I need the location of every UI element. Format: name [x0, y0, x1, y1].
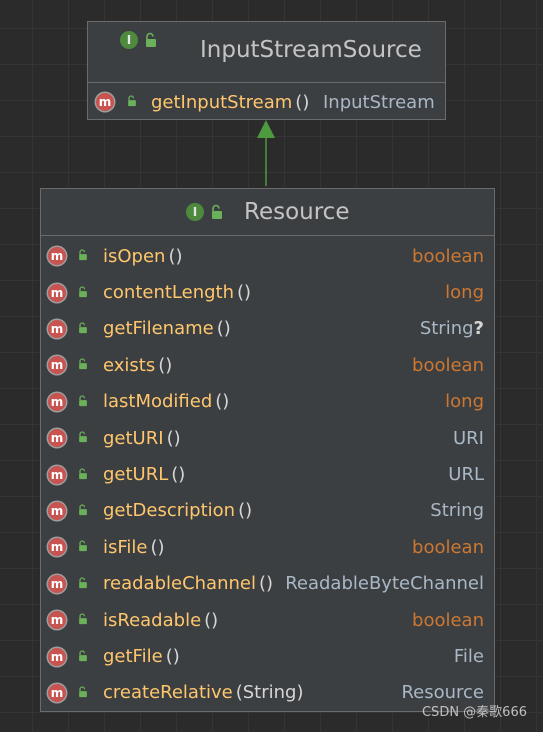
public-lock-icon [79, 613, 87, 625]
method-params: () [216, 318, 231, 340]
method-icon: m [48, 283, 66, 302]
method-params: () [171, 464, 186, 486]
interface-box-inputstreamsource[interactable]: I InputStreamSource m getInputStream() Inp… [87, 21, 446, 120]
public-lock-icon [79, 686, 87, 698]
public-lock-icon [79, 504, 87, 516]
watermark: CSDN @秦歌666 [421, 705, 527, 720]
public-lock-icon [146, 32, 156, 47]
method-name: getFilename() [103, 318, 231, 340]
method-row-getInputStream[interactable]: m getInputStream() InputStream [88, 83, 445, 121]
method-row-exists[interactable]: m exists() boolean [41, 347, 494, 383]
public-lock-icon [79, 395, 87, 406]
method-name: readableChannel() [103, 573, 274, 595]
public-lock-icon [79, 358, 87, 370]
method-params: () [238, 500, 253, 522]
public-lock-icon [79, 467, 87, 479]
method-icon: m [48, 247, 66, 266]
method-name: getInputStream() [151, 91, 310, 113]
interface-icon: I [120, 31, 138, 49]
method-list: m getInputStream() InputStream [88, 83, 445, 121]
method-return-type: String [430, 500, 484, 522]
method-icon: m [48, 611, 66, 630]
method-params: () [258, 573, 274, 595]
method-params: () [158, 354, 173, 376]
method-icon: m [48, 538, 66, 557]
method-icon: m [48, 429, 66, 448]
box-title: InputStreamSource [200, 37, 422, 63]
method-return-type: long [445, 391, 484, 413]
method-return-type: InputStream [323, 91, 435, 113]
public-lock-icon [79, 649, 87, 661]
method-return-type: ReadableByteChannel [285, 573, 484, 595]
method-return-type: String? [419, 318, 484, 340]
method-row-isFile[interactable]: m isFile() boolean [41, 529, 494, 565]
method-params: () [166, 427, 181, 449]
method-name: getURL() [103, 464, 186, 486]
header-icons: I [186, 203, 224, 221]
method-row-contentLength[interactable]: m contentLength() long [41, 274, 494, 310]
method-params: () [150, 536, 165, 558]
nullable-mark: ? [473, 318, 484, 340]
method-name: getURI() [103, 427, 181, 449]
method-icon: m [48, 501, 66, 520]
method-icon: m [48, 683, 66, 702]
header-icons: I [120, 31, 158, 49]
method-params: () [295, 91, 310, 113]
method-name: isFile() [103, 536, 165, 558]
method-icon: m [48, 647, 66, 666]
method-return-type: URL [448, 464, 484, 486]
method-name: lastModified() [103, 391, 230, 413]
method-name: isOpen() [103, 245, 183, 267]
method-params: (String) [235, 682, 304, 704]
public-lock-icon [79, 577, 87, 588]
method-return-type: boolean [412, 609, 484, 631]
method-icon: m [48, 319, 66, 338]
method-row-isReadable[interactable]: m isReadable() boolean [41, 602, 494, 638]
method-return-type: boolean [412, 245, 484, 267]
public-lock-icon [79, 322, 87, 334]
method-row-getFilename[interactable]: m getFilename() String? [41, 311, 494, 347]
public-lock-icon [79, 540, 87, 552]
box-title: Resource [244, 199, 350, 225]
box-header: I Resource [41, 189, 494, 236]
public-lock-icon [79, 285, 87, 297]
method-row-getDescription[interactable]: m getDescription() String [41, 493, 494, 529]
method-name: getDescription() [103, 500, 253, 522]
method-params: () [204, 609, 219, 631]
method-row-lastModified[interactable]: m lastModified() long [41, 384, 494, 420]
interface-box-resource[interactable]: I Resource m isOpen() boolean m contentLengt… [40, 188, 495, 712]
method-params: () [165, 646, 180, 668]
public-lock-icon [128, 95, 136, 107]
inheritance-arrowhead [257, 120, 275, 138]
method-list: m isOpen() boolean m contentLength() long m get… [41, 236, 494, 712]
method-return-type: boolean [412, 536, 484, 558]
method-icon: m [48, 356, 66, 375]
method-name: createRelative (String) [103, 682, 304, 704]
method-params: () [215, 391, 230, 413]
interface-icon: I [186, 203, 204, 221]
public-lock-icon [212, 204, 222, 219]
method-icon: m [48, 574, 66, 593]
method-params: () [168, 245, 183, 267]
method-row-isOpen[interactable]: m isOpen() boolean [41, 238, 494, 274]
box-header: I InputStreamSource [88, 22, 445, 83]
method-params: () [237, 282, 252, 304]
method-name: isReadable() [103, 609, 219, 631]
method-row-readableChannel[interactable]: m readableChannel() ReadableByteChannel [41, 566, 494, 602]
public-lock-icon [79, 431, 87, 443]
method-row-getURI[interactable]: m getURI() URI [41, 420, 494, 456]
method-return-type: long [445, 282, 484, 304]
method-row-getURL[interactable]: m getURL() URL [41, 456, 494, 492]
method-row-getFile[interactable]: m getFile() File [41, 638, 494, 674]
public-lock-icon [79, 249, 87, 261]
method-return-type: File [453, 646, 484, 668]
method-return-type: URI [453, 427, 484, 449]
method-icon: m [48, 465, 66, 484]
method-name: exists() [103, 354, 173, 376]
method-name: contentLength() [103, 282, 252, 304]
method-name: getFile() [103, 646, 180, 668]
method-icon: m [48, 392, 66, 411]
method-icon: m [96, 93, 114, 111]
method-return-type: boolean [412, 354, 484, 376]
